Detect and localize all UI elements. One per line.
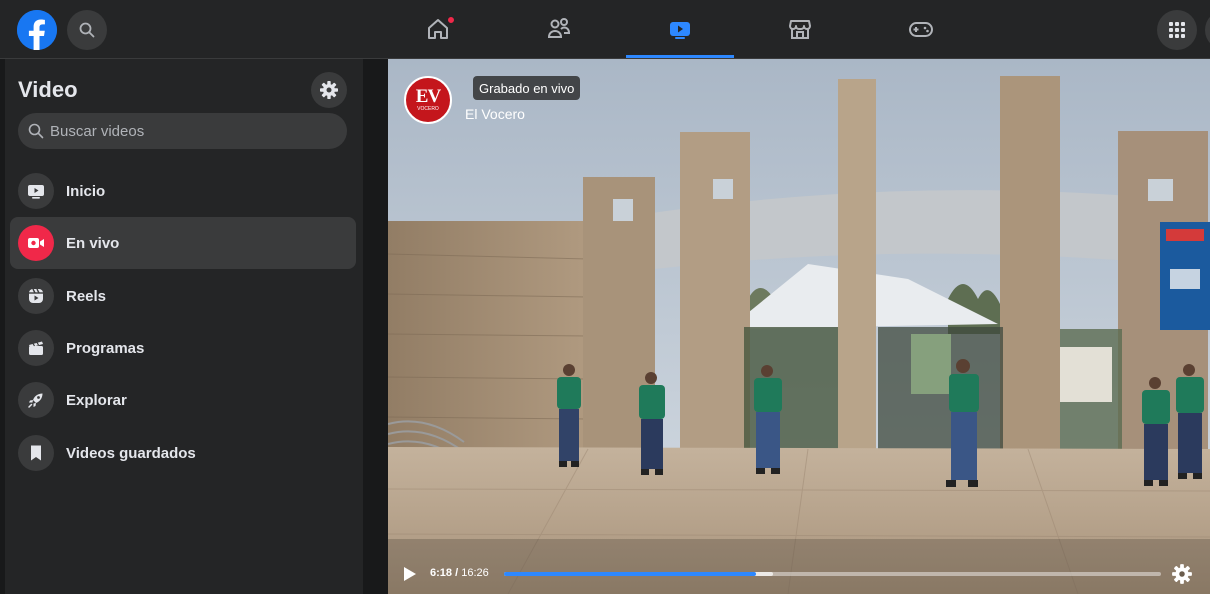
rocket-icon xyxy=(18,382,54,418)
duration: 16:26 xyxy=(461,567,489,579)
sidebar-item-programas[interactable]: Programas xyxy=(10,322,356,374)
gear-icon xyxy=(320,81,338,99)
gear-icon xyxy=(1172,564,1192,584)
sidebar-item-label: Explorar xyxy=(66,391,127,409)
notification-dot xyxy=(447,16,455,24)
facebook-logo[interactable] xyxy=(17,10,57,50)
progress-fill xyxy=(504,572,757,576)
tab-marketplace[interactable] xyxy=(746,0,854,58)
video-frame xyxy=(388,59,1210,594)
top-navigation-bar xyxy=(0,0,1210,59)
play-icon xyxy=(404,567,416,581)
sidebar-item-inicio[interactable]: Inicio xyxy=(10,165,356,217)
marketplace-icon xyxy=(789,20,811,39)
video-search-input[interactable] xyxy=(50,122,330,140)
player-settings-button[interactable] xyxy=(1171,563,1193,585)
menu-button[interactable] xyxy=(1157,10,1197,50)
sidebar-item-label: Programas xyxy=(66,339,145,357)
gaming-icon xyxy=(909,22,933,37)
sidebar-item-label: Videos guardados xyxy=(66,444,196,462)
channel-avatar[interactable]: EV VOCERO xyxy=(404,76,452,124)
video-player[interactable]: EV VOCERO Grabado en vivo El Vocero 6:18… xyxy=(388,59,1210,594)
clapperboard-icon xyxy=(18,330,54,366)
live-camera-icon xyxy=(18,225,54,261)
facebook-logo-icon xyxy=(17,10,57,50)
player-controls: 6:18 / 16:26 xyxy=(388,554,1210,594)
sidebar-item-label: Reels xyxy=(66,287,107,305)
messenger-button[interactable] xyxy=(1205,10,1210,50)
video-search-box[interactable] xyxy=(18,113,347,149)
tab-friends[interactable] xyxy=(505,0,613,58)
settings-button[interactable] xyxy=(311,72,347,108)
reels-icon xyxy=(18,278,54,314)
sidebar-item-label: En vivo xyxy=(66,234,120,252)
search-button[interactable] xyxy=(67,10,107,50)
time-display: 6:18 / 16:26 xyxy=(430,567,489,579)
recorded-live-badge: Grabado en vivo xyxy=(473,76,581,100)
bookmark-icon xyxy=(18,435,54,471)
video-sidebar: Video Inicio xyxy=(5,59,363,594)
tab-home[interactable] xyxy=(384,0,492,58)
menu-grid-icon xyxy=(1169,22,1185,38)
video-play-icon xyxy=(18,173,54,209)
current-time: 6:18 xyxy=(430,567,453,579)
sidebar-item-videos-guardados[interactable]: Videos guardados xyxy=(10,427,356,479)
friends-icon xyxy=(547,18,571,38)
sidebar-item-label: Inicio xyxy=(66,182,106,200)
search-icon xyxy=(79,22,95,38)
sidebar-item-explorar[interactable]: Explorar xyxy=(10,374,356,426)
sidebar-item-en-vivo[interactable]: En vivo xyxy=(10,217,356,269)
channel-logo-text: EV xyxy=(415,86,441,107)
channel-logo-subtext: VOCERO xyxy=(417,106,439,112)
sidebar-item-reels[interactable]: Reels xyxy=(10,270,356,322)
gutter xyxy=(363,59,388,594)
tab-video[interactable] xyxy=(626,0,734,58)
sidebar-title: Video xyxy=(18,77,78,102)
play-button[interactable] xyxy=(402,565,418,583)
progress-bar[interactable] xyxy=(504,572,1161,576)
search-icon xyxy=(28,123,44,139)
tab-gaming[interactable] xyxy=(867,0,975,58)
video-icon xyxy=(670,22,690,39)
channel-name[interactable]: El Vocero xyxy=(465,106,525,122)
